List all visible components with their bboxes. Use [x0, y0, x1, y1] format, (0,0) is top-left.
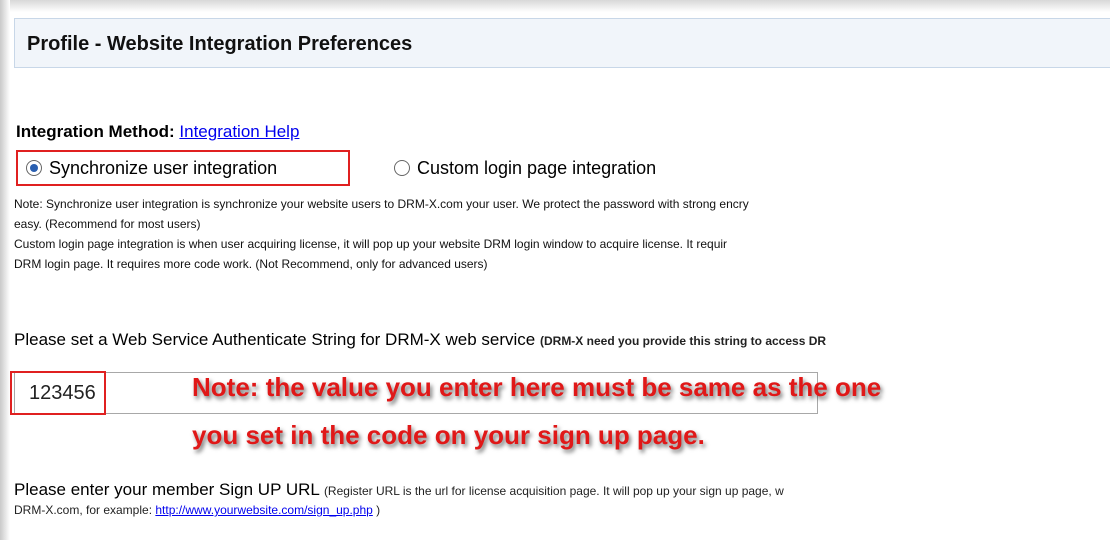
sync-note-line-2: easy. (Recommend for most users) — [14, 217, 201, 231]
radio-synchronize-user[interactable]: Synchronize user integration — [16, 150, 350, 186]
annotation-line-2: you set in the code on your sign up page… — [192, 420, 705, 450]
radio-custom-label: Custom login page integration — [417, 157, 657, 178]
signup-hint: (Register URL is the url for license acq… — [323, 484, 784, 498]
web-service-label-row: Please set a Web Service Authenticate St… — [14, 330, 826, 351]
custom-note-line-1: Custom login page integration is when us… — [14, 237, 728, 251]
page-title: Profile - Website Integration Preference… — [27, 33, 413, 55]
web-service-label: Please set a Web Service Authenticate St… — [14, 330, 536, 349]
signup-example-row: DRM-X.com, for example: http://www.yourw… — [14, 500, 380, 520]
signup-example-link[interactable]: http://www.yourwebsite.com/sign_up.php — [155, 503, 372, 517]
integration-method-row: Integration Method: Integration Help — [16, 122, 299, 142]
signup-example-prefix: DRM-X.com, for example: — [14, 503, 156, 517]
top-shadow — [0, 0, 1110, 12]
web-service-hint: (DRM-X need you provide this string to a… — [539, 334, 827, 348]
radio-selected-icon[interactable] — [26, 160, 42, 176]
sync-note-line-1: Note: Synchronize user integration is sy… — [14, 197, 749, 211]
annotation-line-1: Note: the value you enter here must be s… — [192, 372, 882, 402]
signup-label: Please enter your member Sign UP URL — [14, 480, 320, 499]
signup-example-suffix: ) — [372, 503, 381, 517]
signup-label-row: Please enter your member Sign UP URL (Re… — [14, 480, 784, 501]
integration-help-link[interactable]: Integration Help — [179, 122, 299, 141]
radio-synchronize-label: Synchronize user integration — [49, 157, 278, 178]
page-header: Profile - Website Integration Preference… — [14, 18, 1110, 68]
radio-custom-login[interactable]: Custom login page integration — [394, 150, 656, 186]
radio-unselected-icon[interactable] — [394, 160, 410, 176]
custom-note-line-2: DRM login page. It requires more code wo… — [14, 257, 488, 271]
integration-method-label: Integration Method: — [16, 122, 175, 141]
left-shadow — [0, 0, 10, 540]
